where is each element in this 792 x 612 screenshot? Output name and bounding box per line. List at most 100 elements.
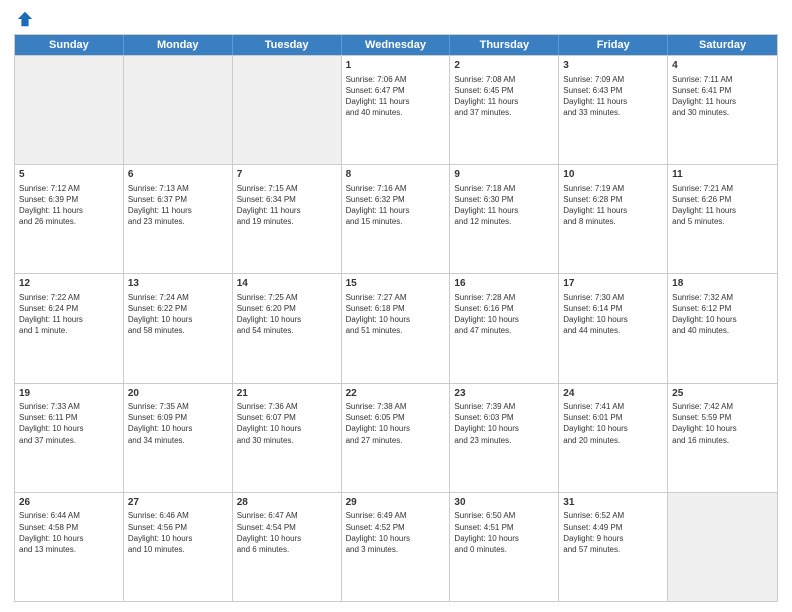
day-number: 3 <box>563 59 663 73</box>
header-day-wednesday: Wednesday <box>342 35 451 55</box>
cell-text: Sunrise: 7:41 AM Sunset: 6:01 PM Dayligh… <box>563 401 663 446</box>
cell-text: Sunrise: 6:50 AM Sunset: 4:51 PM Dayligh… <box>454 510 554 555</box>
cal-cell: 24Sunrise: 7:41 AM Sunset: 6:01 PM Dayli… <box>559 384 668 492</box>
cell-text: Sunrise: 7:21 AM Sunset: 6:26 PM Dayligh… <box>672 183 773 228</box>
header-day-saturday: Saturday <box>668 35 777 55</box>
day-number: 9 <box>454 168 554 182</box>
day-number: 6 <box>128 168 228 182</box>
cell-text: Sunrise: 7:38 AM Sunset: 6:05 PM Dayligh… <box>346 401 446 446</box>
day-number: 15 <box>346 277 446 291</box>
cell-text: Sunrise: 6:44 AM Sunset: 4:58 PM Dayligh… <box>19 510 119 555</box>
cal-cell: 16Sunrise: 7:28 AM Sunset: 6:16 PM Dayli… <box>450 274 559 382</box>
day-number: 24 <box>563 387 663 401</box>
cal-cell <box>15 56 124 164</box>
cal-cell: 6Sunrise: 7:13 AM Sunset: 6:37 PM Daylig… <box>124 165 233 273</box>
calendar-header: SundayMondayTuesdayWednesdayThursdayFrid… <box>15 35 777 55</box>
cal-cell: 11Sunrise: 7:21 AM Sunset: 6:26 PM Dayli… <box>668 165 777 273</box>
cal-cell: 14Sunrise: 7:25 AM Sunset: 6:20 PM Dayli… <box>233 274 342 382</box>
day-number: 1 <box>346 59 446 73</box>
cal-cell: 7Sunrise: 7:15 AM Sunset: 6:34 PM Daylig… <box>233 165 342 273</box>
header-day-friday: Friday <box>559 35 668 55</box>
cell-text: Sunrise: 7:33 AM Sunset: 6:11 PM Dayligh… <box>19 401 119 446</box>
week-row-3: 19Sunrise: 7:33 AM Sunset: 6:11 PM Dayli… <box>15 383 777 492</box>
day-number: 25 <box>672 387 773 401</box>
cell-text: Sunrise: 7:35 AM Sunset: 6:09 PM Dayligh… <box>128 401 228 446</box>
cal-cell: 20Sunrise: 7:35 AM Sunset: 6:09 PM Dayli… <box>124 384 233 492</box>
cell-text: Sunrise: 7:39 AM Sunset: 6:03 PM Dayligh… <box>454 401 554 446</box>
cal-cell: 3Sunrise: 7:09 AM Sunset: 6:43 PM Daylig… <box>559 56 668 164</box>
day-number: 7 <box>237 168 337 182</box>
cal-cell <box>233 56 342 164</box>
cal-cell: 18Sunrise: 7:32 AM Sunset: 6:12 PM Dayli… <box>668 274 777 382</box>
cal-cell: 8Sunrise: 7:16 AM Sunset: 6:32 PM Daylig… <box>342 165 451 273</box>
day-number: 21 <box>237 387 337 401</box>
cell-text: Sunrise: 7:30 AM Sunset: 6:14 PM Dayligh… <box>563 292 663 337</box>
day-number: 10 <box>563 168 663 182</box>
day-number: 4 <box>672 59 773 73</box>
cell-text: Sunrise: 7:25 AM Sunset: 6:20 PM Dayligh… <box>237 292 337 337</box>
cell-text: Sunrise: 7:42 AM Sunset: 5:59 PM Dayligh… <box>672 401 773 446</box>
week-row-1: 5Sunrise: 7:12 AM Sunset: 6:39 PM Daylig… <box>15 164 777 273</box>
day-number: 23 <box>454 387 554 401</box>
cell-text: Sunrise: 7:24 AM Sunset: 6:22 PM Dayligh… <box>128 292 228 337</box>
calendar-body: 1Sunrise: 7:06 AM Sunset: 6:47 PM Daylig… <box>15 55 777 601</box>
day-number: 31 <box>563 496 663 510</box>
cell-text: Sunrise: 7:06 AM Sunset: 6:47 PM Dayligh… <box>346 74 446 119</box>
cell-text: Sunrise: 7:27 AM Sunset: 6:18 PM Dayligh… <box>346 292 446 337</box>
cal-cell <box>124 56 233 164</box>
cell-text: Sunrise: 7:15 AM Sunset: 6:34 PM Dayligh… <box>237 183 337 228</box>
cell-text: Sunrise: 6:46 AM Sunset: 4:56 PM Dayligh… <box>128 510 228 555</box>
day-number: 26 <box>19 496 119 510</box>
cal-cell: 9Sunrise: 7:18 AM Sunset: 6:30 PM Daylig… <box>450 165 559 273</box>
header-day-monday: Monday <box>124 35 233 55</box>
day-number: 13 <box>128 277 228 291</box>
cal-cell: 28Sunrise: 6:47 AM Sunset: 4:54 PM Dayli… <box>233 493 342 601</box>
cell-text: Sunrise: 7:16 AM Sunset: 6:32 PM Dayligh… <box>346 183 446 228</box>
day-number: 28 <box>237 496 337 510</box>
cal-cell: 5Sunrise: 7:12 AM Sunset: 6:39 PM Daylig… <box>15 165 124 273</box>
cell-text: Sunrise: 7:36 AM Sunset: 6:07 PM Dayligh… <box>237 401 337 446</box>
header-day-thursday: Thursday <box>450 35 559 55</box>
logo-area <box>14 10 34 28</box>
day-number: 27 <box>128 496 228 510</box>
cal-cell: 4Sunrise: 7:11 AM Sunset: 6:41 PM Daylig… <box>668 56 777 164</box>
day-number: 14 <box>237 277 337 291</box>
week-row-4: 26Sunrise: 6:44 AM Sunset: 4:58 PM Dayli… <box>15 492 777 601</box>
cal-cell: 31Sunrise: 6:52 AM Sunset: 4:49 PM Dayli… <box>559 493 668 601</box>
cal-cell: 10Sunrise: 7:19 AM Sunset: 6:28 PM Dayli… <box>559 165 668 273</box>
day-number: 18 <box>672 277 773 291</box>
cal-cell: 25Sunrise: 7:42 AM Sunset: 5:59 PM Dayli… <box>668 384 777 492</box>
cal-cell: 27Sunrise: 6:46 AM Sunset: 4:56 PM Dayli… <box>124 493 233 601</box>
cell-text: Sunrise: 7:32 AM Sunset: 6:12 PM Dayligh… <box>672 292 773 337</box>
week-row-0: 1Sunrise: 7:06 AM Sunset: 6:47 PM Daylig… <box>15 55 777 164</box>
cal-cell: 22Sunrise: 7:38 AM Sunset: 6:05 PM Dayli… <box>342 384 451 492</box>
cell-text: Sunrise: 7:18 AM Sunset: 6:30 PM Dayligh… <box>454 183 554 228</box>
cal-cell <box>668 493 777 601</box>
day-number: 29 <box>346 496 446 510</box>
cal-cell: 15Sunrise: 7:27 AM Sunset: 6:18 PM Dayli… <box>342 274 451 382</box>
cell-text: Sunrise: 7:22 AM Sunset: 6:24 PM Dayligh… <box>19 292 119 337</box>
cell-text: Sunrise: 7:11 AM Sunset: 6:41 PM Dayligh… <box>672 74 773 119</box>
cell-text: Sunrise: 7:28 AM Sunset: 6:16 PM Dayligh… <box>454 292 554 337</box>
cell-text: Sunrise: 6:47 AM Sunset: 4:54 PM Dayligh… <box>237 510 337 555</box>
cal-cell: 30Sunrise: 6:50 AM Sunset: 4:51 PM Dayli… <box>450 493 559 601</box>
header-day-sunday: Sunday <box>15 35 124 55</box>
cal-cell: 29Sunrise: 6:49 AM Sunset: 4:52 PM Dayli… <box>342 493 451 601</box>
cal-cell: 12Sunrise: 7:22 AM Sunset: 6:24 PM Dayli… <box>15 274 124 382</box>
day-number: 11 <box>672 168 773 182</box>
day-number: 12 <box>19 277 119 291</box>
cal-cell: 1Sunrise: 7:06 AM Sunset: 6:47 PM Daylig… <box>342 56 451 164</box>
day-number: 16 <box>454 277 554 291</box>
cell-text: Sunrise: 7:08 AM Sunset: 6:45 PM Dayligh… <box>454 74 554 119</box>
week-row-2: 12Sunrise: 7:22 AM Sunset: 6:24 PM Dayli… <box>15 273 777 382</box>
cal-cell: 23Sunrise: 7:39 AM Sunset: 6:03 PM Dayli… <box>450 384 559 492</box>
cell-text: Sunrise: 7:09 AM Sunset: 6:43 PM Dayligh… <box>563 74 663 119</box>
cal-cell: 13Sunrise: 7:24 AM Sunset: 6:22 PM Dayli… <box>124 274 233 382</box>
cal-cell: 2Sunrise: 7:08 AM Sunset: 6:45 PM Daylig… <box>450 56 559 164</box>
day-number: 5 <box>19 168 119 182</box>
day-number: 30 <box>454 496 554 510</box>
cal-cell: 19Sunrise: 7:33 AM Sunset: 6:11 PM Dayli… <box>15 384 124 492</box>
cell-text: Sunrise: 6:49 AM Sunset: 4:52 PM Dayligh… <box>346 510 446 555</box>
day-number: 8 <box>346 168 446 182</box>
cell-text: Sunrise: 7:19 AM Sunset: 6:28 PM Dayligh… <box>563 183 663 228</box>
